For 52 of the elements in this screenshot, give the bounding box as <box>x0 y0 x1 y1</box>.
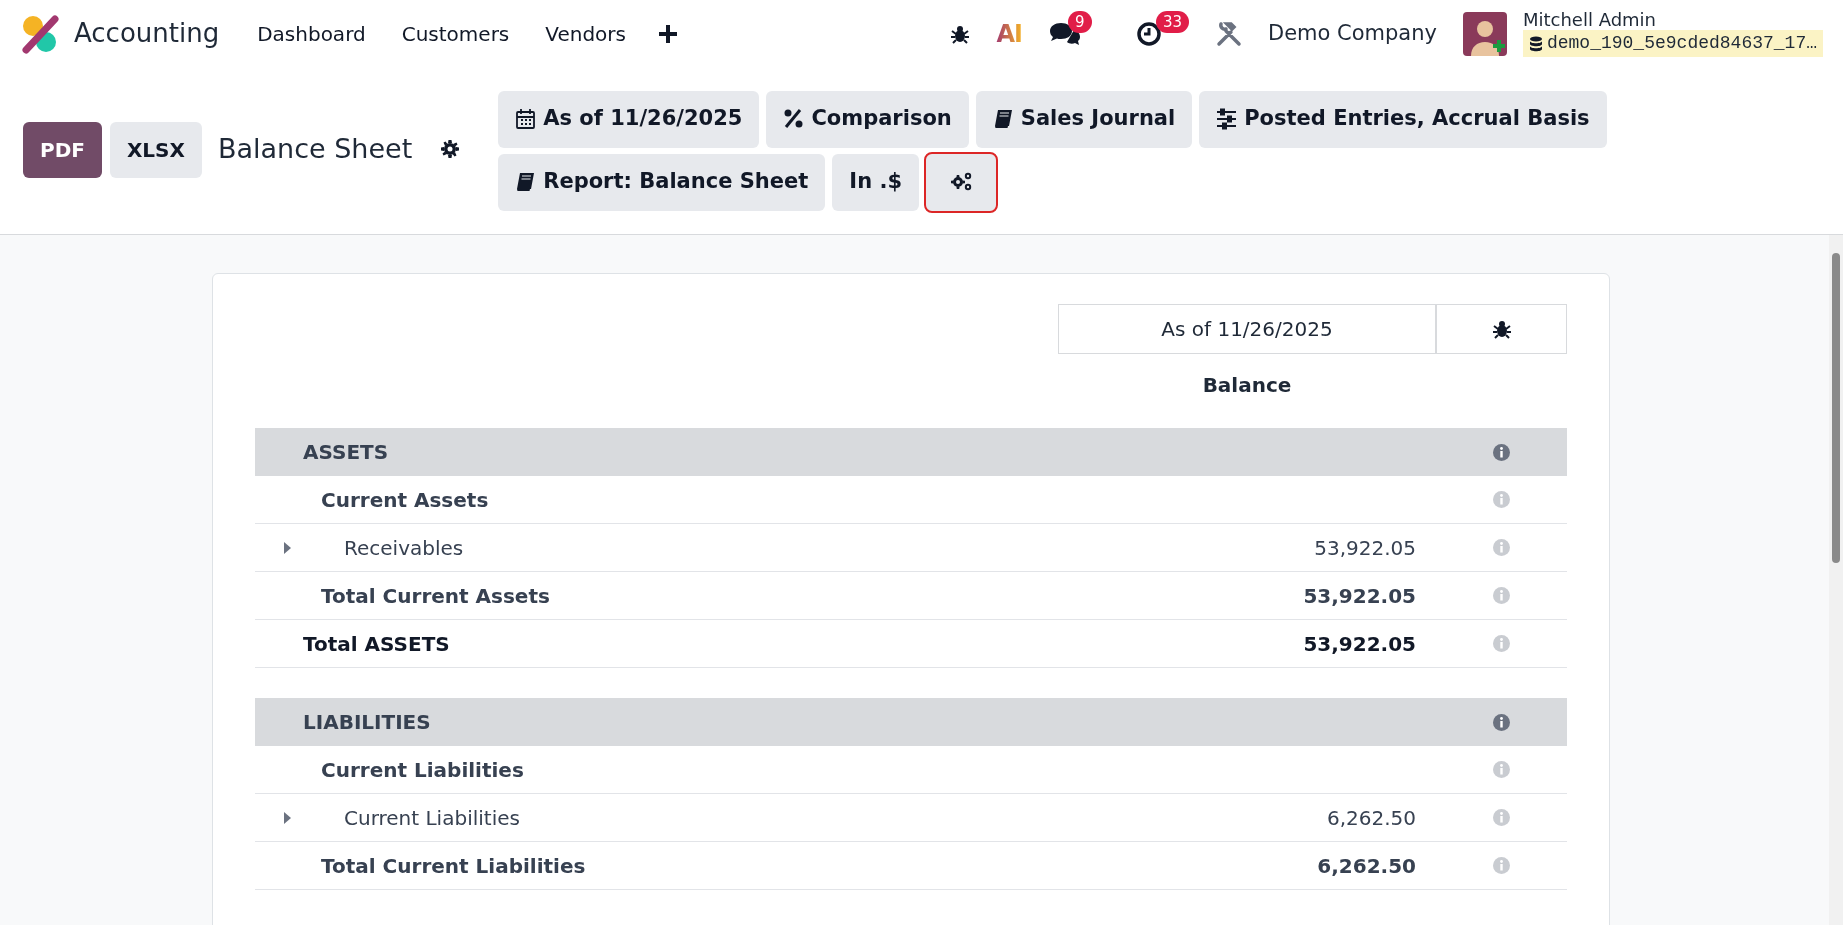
line-label: Total Current Liabilities <box>321 852 586 880</box>
database-name: demo_190_5e9cded84637_17… <box>1546 32 1817 55</box>
app-name: Accounting <box>74 17 220 50</box>
filter-button[interactable]: Sales Journal <box>975 90 1193 148</box>
column-header[interactable]: As of 11/26/2025 <box>1058 304 1436 354</box>
filter-button[interactable]: As of 11/26/2025 <box>498 90 760 148</box>
info-icon[interactable] <box>1493 443 1510 461</box>
report-title: Balance Sheet <box>217 132 413 167</box>
activity-count-badge: 33 <box>1155 10 1190 33</box>
plus-icon[interactable] <box>657 23 678 44</box>
tools-icon[interactable] <box>1215 20 1242 47</box>
book-icon <box>992 108 1015 130</box>
menu-item[interactable]: Vendors <box>527 12 644 55</box>
app-logo[interactable] <box>20 13 60 54</box>
amount-cell: 6,262.50 <box>1317 853 1416 878</box>
user-avatar[interactable] <box>1462 11 1507 56</box>
pdf-button[interactable]: PDF <box>23 121 102 178</box>
line-label: Current Liabilities <box>321 756 524 784</box>
line-label: ASSETS <box>303 439 389 466</box>
sliders-icon <box>1216 108 1239 130</box>
amount-cell: 53,922.05 <box>1314 535 1416 560</box>
settings-button[interactable] <box>926 153 996 211</box>
xlsx-button[interactable]: XLSX <box>109 121 202 178</box>
filter-button[interactable]: Comparison <box>766 90 969 148</box>
amount-cell: 53,922.05 <box>1303 583 1416 608</box>
caret-right-icon[interactable] <box>284 541 291 554</box>
amount-cell: 6,262.50 <box>1326 805 1416 830</box>
account-name[interactable]: Current Liabilities <box>344 802 520 833</box>
account-name[interactable]: Receivables <box>344 532 464 563</box>
amount-cell: 53,922.05 <box>1303 631 1416 656</box>
line-label: LIABILITIES <box>303 709 431 736</box>
database-icon <box>1528 35 1543 52</box>
info-icon[interactable] <box>1493 713 1510 731</box>
gears-icon <box>950 171 972 193</box>
filter-button[interactable]: Report: Balance Sheet <box>498 153 826 211</box>
line-label: Current Assets <box>321 486 489 514</box>
clock-icon[interactable] <box>1135 20 1162 47</box>
calendar-icon <box>515 108 538 130</box>
message-count-badge: 9 <box>1067 10 1092 33</box>
filter-button[interactable]: In .$ <box>832 153 919 211</box>
line-label: Total Current Assets <box>321 582 550 610</box>
column-subheader: Balance <box>1202 373 1292 397</box>
caret-right-icon[interactable] <box>284 811 291 824</box>
user-name[interactable]: Mitchell Admin <box>1522 10 1823 30</box>
company-switcher[interactable]: Demo Company <box>1267 17 1437 50</box>
menu-item[interactable]: Customers <box>383 12 528 55</box>
menu-item[interactable]: Dashboard <box>239 12 384 55</box>
scrollbar[interactable] <box>1829 235 1843 925</box>
line-label: Total ASSETS <box>303 630 450 658</box>
bug-icon[interactable] <box>1491 319 1512 339</box>
filter-button[interactable]: Posted Entries, Accrual Basis <box>1199 90 1607 148</box>
bug-icon[interactable] <box>950 23 971 44</box>
